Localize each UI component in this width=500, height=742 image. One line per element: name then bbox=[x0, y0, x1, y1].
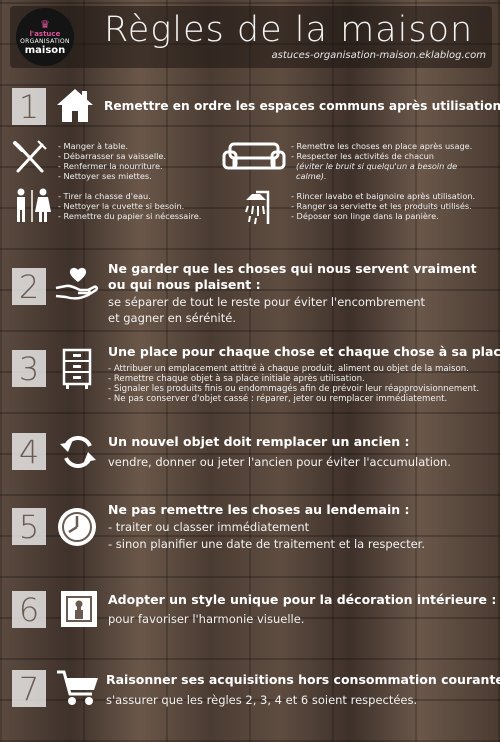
list-note: calme). bbox=[296, 171, 327, 181]
shower-icon bbox=[236, 190, 272, 226]
rule-number-3: 3 bbox=[12, 350, 46, 387]
rule-2-desc-line2: et gagner en sérénité. bbox=[108, 311, 236, 325]
drawer-cabinet-icon bbox=[62, 348, 92, 390]
list-item: - Déposer son linge dans la panière. bbox=[291, 211, 439, 221]
list-item: - Remettre chaque objet à sa place initi… bbox=[108, 374, 365, 384]
list-item: - Remettre du papier si nécessaire. bbox=[58, 211, 202, 221]
list-item: - Remettre les choses en place après usa… bbox=[291, 141, 473, 151]
list-item: - Débarrasser sa vaisselle. bbox=[58, 151, 167, 161]
list-item: - Respecter les activités de chacun bbox=[291, 151, 434, 161]
logo-line2: ORGANISATION bbox=[20, 37, 70, 45]
logo: ♛ l'astuce ORGANISATION maison bbox=[16, 8, 74, 66]
list-item: - Renfermer la nourriture. bbox=[58, 161, 163, 171]
list-item: - Ranger sa serviette et les produits ut… bbox=[291, 201, 472, 211]
rule-number-2: 2 bbox=[12, 268, 46, 305]
rule-5-title: Ne pas remettre les choses au lendemain … bbox=[108, 502, 410, 517]
rule-3-title: Une place pour chaque chose et chaque ch… bbox=[108, 344, 500, 359]
rule-1-common-room-list: - Remettre les choses en place après usa… bbox=[291, 141, 472, 181]
crown-icon: ♛ bbox=[40, 17, 50, 31]
restroom-icon bbox=[12, 188, 52, 224]
rule-6-title: Adopter un style unique pour la décorati… bbox=[108, 592, 497, 607]
list-note: (éviter le bruit si quelqu'un a besoin d… bbox=[296, 161, 458, 171]
list-item: - Ne pas conserver d'objet cassé : répar… bbox=[108, 394, 448, 404]
logo-line3: maison bbox=[24, 44, 66, 56]
clock-icon bbox=[56, 506, 98, 548]
list-item: - Tirer la chasse d'eau. bbox=[58, 191, 151, 201]
rule-7-title: Raisonner ses acquisitions hors consomma… bbox=[106, 672, 500, 687]
rule-1-table-list: - Manger à table. - Débarrasser sa vaiss… bbox=[58, 141, 166, 181]
rule-number-4: 4 bbox=[12, 433, 46, 470]
picture-frame-icon bbox=[60, 590, 98, 628]
house-icon bbox=[55, 86, 95, 124]
rule-1-title: Remettre en ordre les espaces communs ap… bbox=[104, 99, 500, 113]
rule-2-desc-line1: se séparer de tout le reste pour éviter … bbox=[108, 295, 426, 309]
rule-1-bathroom-list: - Rincer lavabo et baignoire après utili… bbox=[291, 191, 475, 221]
rule-number-5: 5 bbox=[12, 508, 46, 545]
rule-number-6: 6 bbox=[12, 591, 46, 628]
list-item: - Rincer lavabo et baignoire après utili… bbox=[291, 191, 476, 201]
rule-number-1: 1 bbox=[12, 88, 46, 125]
list-item: - Nettoyer ses miettes. bbox=[58, 171, 152, 181]
page-title: Règles de la maison bbox=[104, 10, 474, 50]
rule-number-7: 7 bbox=[12, 670, 46, 707]
shopping-cart-icon bbox=[56, 668, 100, 708]
list-item: - Signaler les produits finis ou endomma… bbox=[108, 384, 480, 394]
hand-heart-icon bbox=[54, 266, 100, 304]
rule-4-title: Un nouvel objet doit remplacer un ancien… bbox=[108, 434, 410, 449]
header-banner: ♛ l'astuce ORGANISATION maison Règles de… bbox=[10, 6, 492, 68]
rule-1-toilet-list: - Tirer la chasse d'eau. - Nettoyer la c… bbox=[58, 191, 201, 221]
list-item: - Nettoyer la cuvette si besoin. bbox=[58, 201, 185, 211]
list-item: - Attribuer un emplacement attitré à cha… bbox=[108, 364, 469, 374]
refresh-arrows-icon bbox=[58, 432, 98, 472]
site-url: astuces-organisation-maison.eklablog.com bbox=[271, 50, 486, 61]
rule-5-desc-line1: - traiter ou classer immédiatement bbox=[108, 520, 310, 534]
cutlery-icon bbox=[12, 139, 48, 175]
rule-3-list: - Attribuer un emplacement attitré à cha… bbox=[108, 364, 479, 404]
rule-2-title-line2: ou qui nous plaisent : bbox=[108, 277, 261, 292]
rule-5-desc-line2: - sinon planifier une date de traitement… bbox=[108, 537, 425, 551]
rule-2-title-line1: Ne garder que les choses qui nous serven… bbox=[108, 261, 477, 276]
sofa-icon bbox=[222, 142, 286, 172]
rule-4-desc: vendre, donner ou jeter l'ancien pour év… bbox=[108, 455, 451, 469]
rule-7-desc: s'assurer que les règles 2, 3, 4 et 6 so… bbox=[106, 693, 418, 707]
logo-line1: l'astuce bbox=[29, 29, 61, 38]
list-item: - Manger à table. bbox=[58, 141, 128, 151]
rule-6-desc: pour favoriser l'harmonie visuelle. bbox=[108, 612, 305, 626]
